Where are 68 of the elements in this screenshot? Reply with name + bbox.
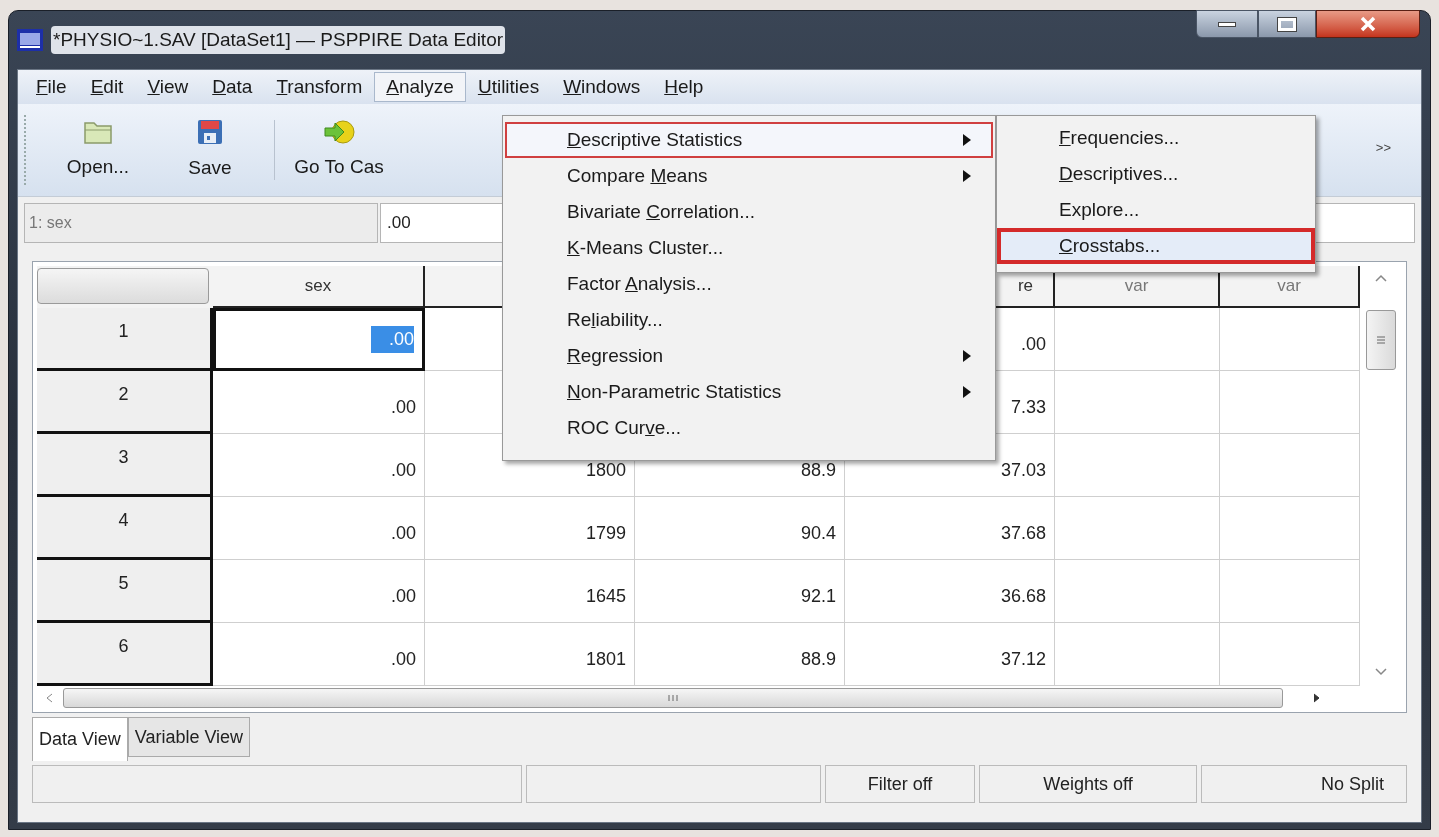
menu-option[interactable]: Frequencies...	[997, 120, 1315, 156]
row-header[interactable]: 2	[37, 371, 213, 434]
submenu-arrow-icon	[963, 350, 971, 362]
table-cell: .00	[213, 434, 425, 497]
status-text: No Split	[1201, 765, 1407, 803]
app-icon	[17, 29, 43, 51]
submenu-arrow-icon	[963, 170, 971, 182]
submenu-arrow-icon	[963, 386, 971, 398]
maximize-button[interactable]	[1258, 10, 1316, 38]
view-tab[interactable]: Variable View	[127, 717, 251, 757]
menu-option[interactable]: Descriptive Statistics	[505, 122, 993, 158]
toolbar-overflow-button[interactable]: >>	[1375, 138, 1391, 158]
status-text: Filter off	[825, 765, 975, 803]
cell-name-field[interactable]: 1: sex	[24, 203, 378, 243]
grip-icon	[667, 694, 679, 702]
status-text: Weights off	[979, 765, 1197, 803]
toolbar-button[interactable]: Open...	[42, 110, 154, 190]
menu-item[interactable]: Data	[200, 72, 265, 102]
row-header[interactable]: 5	[37, 560, 213, 623]
close-icon	[1359, 16, 1377, 32]
select-all-button[interactable]	[37, 268, 209, 304]
close-button[interactable]	[1316, 10, 1420, 38]
table-cell: 92.1	[635, 560, 845, 623]
menu-option[interactable]: Compare Means	[505, 158, 993, 194]
submenu-arrow-icon	[963, 134, 971, 146]
window-title: *PHYSIO~1.SAV [DataSet1] — PSPPIRE Data Editor	[51, 25, 506, 55]
table-cell: 1801	[425, 623, 635, 686]
table-cell: 1799	[425, 497, 635, 560]
menu-item[interactable]: View	[135, 72, 201, 102]
table-cell: .00	[213, 623, 425, 686]
scroll-up-icon[interactable]	[1375, 274, 1387, 282]
menu-item[interactable]: Analyze	[374, 72, 466, 102]
menu-item[interactable]: Transform	[264, 72, 375, 102]
menu-option[interactable]: Factor Analysis...	[505, 266, 993, 302]
scroll-left-icon[interactable]	[45, 693, 53, 703]
table-cell: .00	[213, 560, 425, 623]
row-header[interactable]: 4	[37, 497, 213, 560]
grip-icon	[1375, 334, 1387, 346]
table-cell: 1645	[425, 560, 635, 623]
table-cell: .00	[213, 371, 425, 434]
menu-item[interactable]: Windows	[551, 72, 653, 102]
arrow-circle-icon	[322, 118, 356, 145]
menu-option[interactable]: Explore...	[997, 192, 1315, 228]
menu-item[interactable]: Utilities	[465, 72, 552, 102]
menu-item[interactable]: Edit	[78, 72, 136, 102]
table-cell: .00	[213, 497, 425, 560]
view-tab[interactable]: Data View	[32, 717, 128, 761]
minimize-button[interactable]	[1196, 10, 1258, 38]
table-cell: 37.68	[845, 497, 1055, 560]
table-cell: 36.68	[845, 560, 1055, 623]
menu-option[interactable]: Descriptives...	[997, 156, 1315, 192]
menu-option[interactable]: Crosstabs...	[997, 228, 1315, 264]
menu-option[interactable]: K-Means Cluster...	[505, 230, 993, 266]
menu-item[interactable]: File	[24, 72, 79, 102]
row-header[interactable]: 1	[37, 308, 213, 371]
toolbar-button[interactable]: Go To Cas	[283, 110, 395, 190]
toolbar-button[interactable]: Save	[154, 110, 266, 190]
table-cell: 90.4	[635, 497, 845, 560]
menu-option[interactable]: Bivariate Correlation...	[505, 194, 993, 230]
table-cell: 37.12	[845, 623, 1055, 686]
table-cell: .00	[213, 308, 425, 371]
table-cell: 88.9	[635, 623, 845, 686]
row-header[interactable]: 3	[37, 434, 213, 497]
scroll-right-icon[interactable]	[1313, 693, 1321, 703]
menu-item[interactable]: Help	[652, 72, 716, 102]
scroll-down-icon[interactable]	[1375, 668, 1387, 676]
column-header[interactable]: sex	[213, 266, 425, 308]
row-header[interactable]: 6	[37, 623, 213, 686]
